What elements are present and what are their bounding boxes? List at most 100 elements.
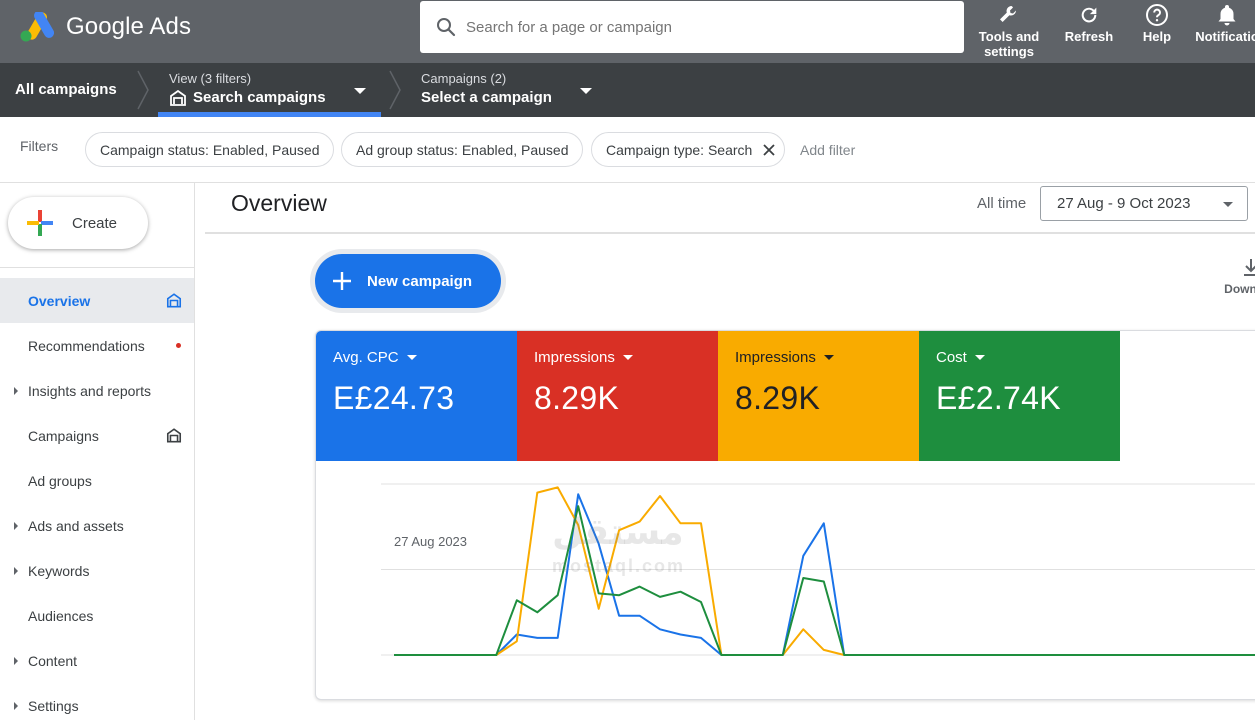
notifications-button[interactable]: Notificatio [1192,0,1255,63]
metric-tile-impressions[interactable]: Impressions 8.29K [517,331,718,461]
metric-value: 8.29K [534,380,620,416]
search-campaign-icon [170,89,186,106]
sidebar-item-keywords[interactable]: Keywords [0,548,194,593]
chevron-right-icon [389,70,401,110]
view-dropdown-caret-icon[interactable] [354,88,366,94]
sidebar-item-insights-and-reports[interactable]: Insights and reports [0,368,194,413]
chevron-down-icon [622,355,633,360]
expand-arrow-icon [14,566,18,575]
view-selector-label: Search campaigns [169,89,326,106]
sidebar-item-label: Audiences [28,607,94,624]
help-icon [1145,0,1169,29]
wrench-icon [997,0,1021,29]
chip-label: Campaign status: Enabled, Paused [100,141,320,158]
help-button[interactable]: Help [1136,0,1178,63]
metric-name: Impressions [735,349,816,366]
sidebar-item-label: Ads and assets [28,517,124,534]
top-app-bar: Google Ads Tools and settings Refresh He… [0,0,1255,63]
campaign-selector-label: Select a campaign [421,89,552,106]
download-button[interactable]: Down [1218,258,1255,296]
sidebar-item-campaigns[interactable]: Campaigns [0,413,194,458]
expand-arrow-icon [14,656,18,665]
watermark-arabic: مستقل [552,511,684,552]
expand-arrow-icon [14,386,18,395]
chevron-down-icon [823,355,834,360]
view-selector[interactable]: View (3 filters) Search campaigns [169,71,326,106]
view-filters-count: View (3 filters) [169,71,252,86]
create-label: Create [72,214,118,232]
sidebar-item-label: Keywords [28,562,90,579]
search-campaign-icon [166,293,182,308]
filter-bar: Filters Campaign status: Enabled, Paused… [0,117,1255,183]
close-icon[interactable] [762,143,776,157]
google-ads-logo[interactable]: Google Ads [20,10,191,44]
filter-chip-campaign-type[interactable]: Campaign type: Search [591,132,786,167]
metric-selector[interactable]: Avg. CPC [333,349,500,366]
sidebar-item-label: Settings [28,697,79,714]
view-name: Search campaigns [193,89,326,106]
series-line-1 [394,493,1255,656]
sidebar-item-label: Overview [28,292,91,309]
date-range-picker[interactable]: 27 Aug - 9 Oct 2023 [1040,186,1248,221]
metric-name: Avg. CPC [333,349,399,366]
download-label: Down [1224,282,1255,296]
campaign-dropdown-caret-icon[interactable] [580,88,592,94]
metric-value: 8.29K [735,380,821,416]
scope-navigation-bar: All campaigns View (3 filters) Search ca… [0,63,1255,117]
sidebar-item-recommendations[interactable]: Recommendations [0,323,194,368]
campaigns-count: Campaigns (2) [421,71,507,86]
refresh-icon [1078,0,1100,29]
sidebar-item-label: Insights and reports [28,382,151,399]
help-label: Help [1142,29,1172,44]
metric-selector[interactable]: Impressions [735,349,902,366]
brand-name: Google Ads [66,13,192,40]
all-campaigns-link[interactable]: All campaigns [15,81,117,98]
watermark-latin: mostaql.com [552,556,686,576]
sidebar-item-overview[interactable]: Overview [0,278,194,323]
metric-tile-impressions-2[interactable]: Impressions 8.29K [718,331,919,461]
search-input[interactable] [466,18,906,36]
add-filter-button[interactable]: Add filter [800,142,855,158]
sidebar-item-label: Recommendations [28,337,145,354]
tools-and-settings-button[interactable]: Tools and settings [974,0,1044,63]
metric-name: Impressions [534,349,615,366]
sidebar-item-label: Campaigns [28,427,99,444]
sidebar-item-label: Content [28,652,78,669]
metric-tile-cost[interactable]: Cost E£2.74K [919,331,1120,461]
performance-line-chart [381,483,1255,656]
chevron-right-icon [137,70,149,110]
search-box[interactable] [420,1,964,53]
expand-arrow-icon [14,701,18,710]
page-title: Overview [231,190,327,216]
x-axis-start-label: 27 Aug 2023 [394,534,468,549]
sidebar-item-settings[interactable]: Settings [0,683,194,728]
chip-label: Campaign type: Search [606,141,753,158]
metric-tile-avg-cpc[interactable]: Avg. CPC E£24.73 [316,331,517,461]
plus-icon [333,272,351,290]
date-preset-label: All time [977,195,1027,212]
sidebar-item-ad-groups[interactable]: Ad groups [0,458,194,503]
filters-label: Filters [20,138,59,154]
sidebar-item-audiences[interactable]: Audiences [0,593,194,638]
search-campaign-icon [166,428,182,443]
series-line-2 [394,486,1255,656]
metric-selector[interactable]: Impressions [534,349,701,366]
date-range-value: 27 Aug - 9 Oct 2023 [1057,195,1191,212]
metric-value: E£2.74K [936,380,1061,416]
sidebar-item-label: Ad groups [28,472,92,489]
chevron-down-icon [1223,202,1233,207]
sidebar-item-ads-and-assets[interactable]: Ads and assets [0,503,194,548]
new-campaign-button[interactable]: New campaign [315,254,501,308]
create-button[interactable]: Create [8,197,148,249]
metric-value: E£24.73 [333,380,455,416]
page-menu-sidebar: Create Overview Recommendations Insights… [0,183,195,720]
refresh-button[interactable]: Refresh [1060,0,1118,63]
filter-chip-campaign-status[interactable]: Campaign status: Enabled, Paused [85,132,335,167]
sidebar-item-content[interactable]: Content [0,638,194,683]
metric-selector[interactable]: Cost [936,349,1103,366]
notifications-label: Notificatio [1195,29,1255,44]
filter-chip-ad-group-status[interactable]: Ad group status: Enabled, Paused [341,132,584,167]
tools-label: Tools and settings [978,29,1040,59]
notification-dot [176,343,181,348]
campaign-selector[interactable]: Campaigns (2) Select a campaign [421,71,552,106]
